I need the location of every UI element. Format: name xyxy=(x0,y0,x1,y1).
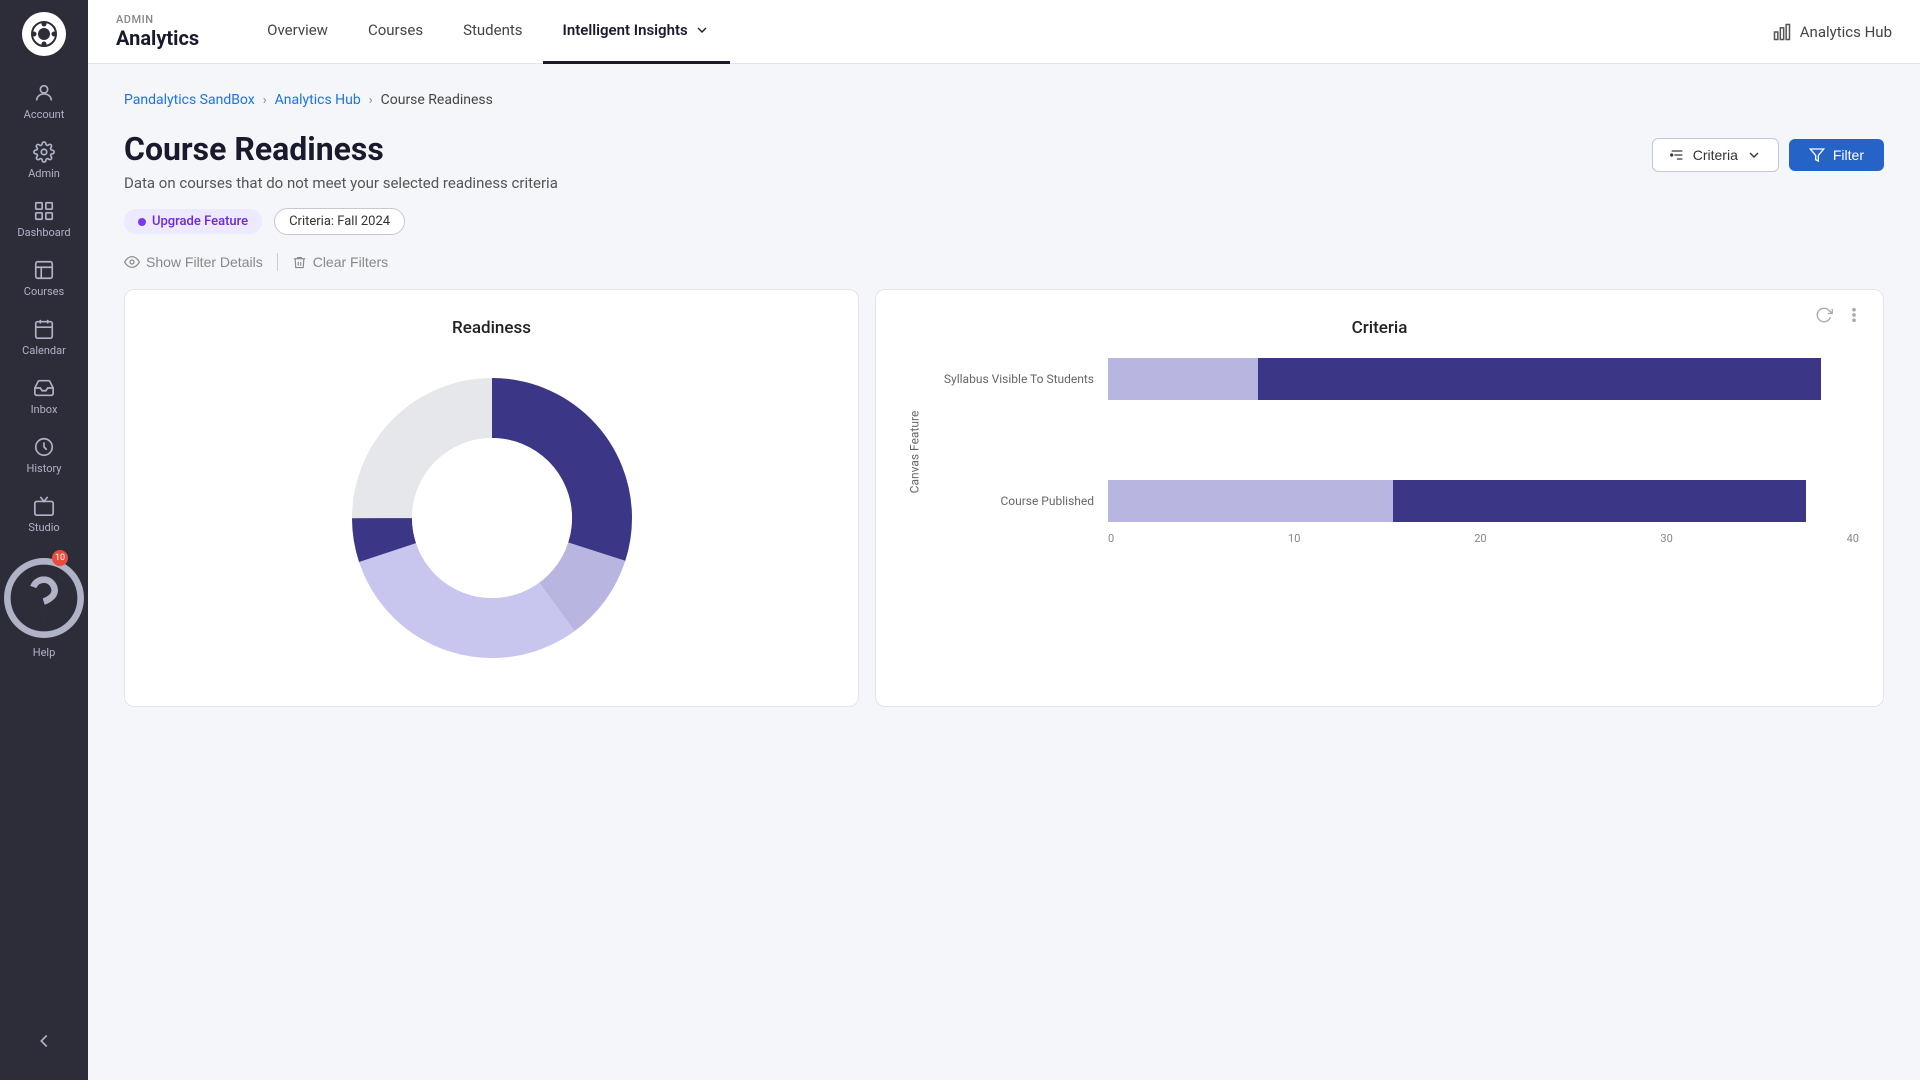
clear-filters-button[interactable]: Clear Filters xyxy=(292,254,388,270)
breadcrumb-sep-1: › xyxy=(263,93,267,108)
page-title-block: Course Readiness Data on courses that do… xyxy=(124,130,558,192)
courses-icon xyxy=(33,259,55,281)
readiness-chart-title: Readiness xyxy=(149,318,834,338)
breadcrumb-pandalytics[interactable]: Pandalytics SandBox xyxy=(124,92,255,108)
sidebar-item-help[interactable]: 10 Help xyxy=(0,544,88,669)
help-icon xyxy=(0,554,88,642)
filter-button[interactable]: Filter xyxy=(1789,139,1884,171)
topnav-link-intelligent-insights[interactable]: Intelligent Insights xyxy=(543,0,730,64)
analytics-hub-label: Analytics Hub xyxy=(1800,23,1892,41)
sidebar-item-account-label: Account xyxy=(24,108,65,121)
help-badge: 10 xyxy=(52,550,68,566)
sidebar-item-inbox[interactable]: Inbox xyxy=(0,367,88,426)
sidebar-item-history[interactable]: History xyxy=(0,426,88,485)
sidebar-item-dashboard[interactable]: Dashboard xyxy=(0,190,88,249)
bar-segment-published-dark xyxy=(1393,480,1806,522)
inbox-icon xyxy=(33,377,55,399)
criteria-icon xyxy=(1669,147,1685,163)
upgrade-badge: Upgrade Feature xyxy=(124,209,262,234)
sidebar-item-studio-label: Studio xyxy=(28,521,59,534)
more-options-icon[interactable] xyxy=(1845,306,1863,324)
bar-segment-published-light xyxy=(1108,480,1393,522)
chevron-down-icon xyxy=(694,22,710,38)
eye-icon xyxy=(124,254,140,270)
criteria-button[interactable]: Criteria xyxy=(1652,138,1779,172)
filter-icon xyxy=(1809,147,1825,163)
filter-divider xyxy=(277,253,278,271)
page-title: Course Readiness xyxy=(124,130,558,168)
history-icon xyxy=(33,436,55,458)
topnav: ADMIN Analytics Overview Courses Student… xyxy=(88,0,1920,64)
readiness-donut-container xyxy=(149,358,834,678)
bar-row-published: Course Published xyxy=(928,480,1859,522)
y-axis-label: Canvas Feature xyxy=(907,410,921,493)
bar-spacer xyxy=(928,432,1859,472)
readiness-donut-svg xyxy=(342,368,642,668)
bar-chart-area: Canvas Feature Syllabus Visible To Stude… xyxy=(900,358,1859,545)
studio-icon xyxy=(33,495,55,517)
chart-row: Readiness xyxy=(124,289,1884,707)
trash-icon xyxy=(292,255,307,270)
topnav-brand: ADMIN Analytics xyxy=(116,13,199,50)
sidebar-item-calendar-label: Calendar xyxy=(22,344,66,357)
topnav-links: Overview Courses Students Intelligent In… xyxy=(247,0,1772,64)
app-logo[interactable] xyxy=(22,12,66,56)
refresh-icon[interactable] xyxy=(1815,306,1833,324)
readiness-chart-card: Readiness xyxy=(124,289,859,707)
sidebar-item-history-label: History xyxy=(27,462,62,475)
bar-segment-syllabus-dark xyxy=(1258,358,1821,400)
sidebar-item-help-label: Help xyxy=(33,646,56,659)
sidebar: Account Admin Dashboard Courses Calendar… xyxy=(0,0,88,1080)
sidebar-item-admin-label: Admin xyxy=(28,167,60,180)
sidebar-item-admin[interactable]: Admin xyxy=(0,131,88,190)
criteria-chart-title: Criteria xyxy=(900,318,1859,338)
collapse-icon xyxy=(33,1030,55,1052)
breadcrumb-analytics-hub[interactable]: Analytics Hub xyxy=(275,92,361,108)
bar-label-syllabus: Syllabus Visible To Students xyxy=(928,372,1108,386)
dashboard-icon xyxy=(33,200,55,222)
criteria-badge: Criteria: Fall 2024 xyxy=(274,208,405,235)
breadcrumb: Pandalytics SandBox › Analytics Hub › Co… xyxy=(124,92,1884,108)
page-subtitle: Data on courses that do not meet your se… xyxy=(124,174,558,192)
sidebar-item-dashboard-label: Dashboard xyxy=(17,226,70,239)
bar-track-syllabus xyxy=(1108,358,1859,400)
sidebar-item-studio[interactable]: Studio xyxy=(0,485,88,544)
sidebar-item-inbox-label: Inbox xyxy=(31,403,58,416)
sidebar-item-courses[interactable]: Courses xyxy=(0,249,88,308)
filter-actions: Show Filter Details Clear Filters xyxy=(124,253,1884,271)
analytics-hub-icon xyxy=(1772,22,1792,42)
sidebar-item-calendar[interactable]: Calendar xyxy=(0,308,88,367)
bar-track-published xyxy=(1108,480,1859,522)
page-header: Course Readiness Data on courses that do… xyxy=(124,130,1884,192)
topnav-link-courses[interactable]: Courses xyxy=(348,0,443,64)
content-area: Pandalytics SandBox › Analytics Hub › Co… xyxy=(88,64,1920,1080)
topnav-link-overview[interactable]: Overview xyxy=(247,0,348,64)
criteria-chevron-icon xyxy=(1746,147,1762,163)
sidebar-item-account[interactable]: Account xyxy=(0,72,88,131)
calendar-icon xyxy=(33,318,55,340)
account-icon xyxy=(33,82,55,104)
bar-row-syllabus: Syllabus Visible To Students xyxy=(928,358,1859,400)
show-filter-details-button[interactable]: Show Filter Details xyxy=(124,254,263,270)
header-actions: Criteria Filter xyxy=(1652,138,1884,172)
topnav-link-students[interactable]: Students xyxy=(443,0,542,64)
breadcrumb-current: Course Readiness xyxy=(381,92,493,108)
topnav-brand-name: Analytics xyxy=(116,26,199,50)
chart-toolbar xyxy=(1815,306,1863,324)
bar-segment-syllabus-light xyxy=(1108,358,1258,400)
sidebar-item-courses-label: Courses xyxy=(24,285,64,298)
filter-bar: Upgrade Feature Criteria: Fall 2024 xyxy=(124,208,1884,235)
bar-chart-inner: Syllabus Visible To Students Course Publ… xyxy=(928,358,1859,545)
y-axis-label-container: Canvas Feature xyxy=(900,358,928,545)
sidebar-collapse-button[interactable] xyxy=(21,1018,67,1068)
criteria-chart-card: Criteria Canvas Feature xyxy=(875,289,1884,707)
topnav-right[interactable]: Analytics Hub xyxy=(1772,22,1892,42)
main-wrapper: ADMIN Analytics Overview Courses Student… xyxy=(88,0,1920,1080)
topnav-brand-admin: ADMIN xyxy=(116,13,199,26)
upgrade-dot xyxy=(138,218,146,226)
bar-label-published: Course Published xyxy=(928,494,1108,508)
breadcrumb-sep-2: › xyxy=(369,93,373,108)
x-axis: 0 10 20 30 40 xyxy=(928,532,1859,545)
admin-icon xyxy=(33,141,55,163)
